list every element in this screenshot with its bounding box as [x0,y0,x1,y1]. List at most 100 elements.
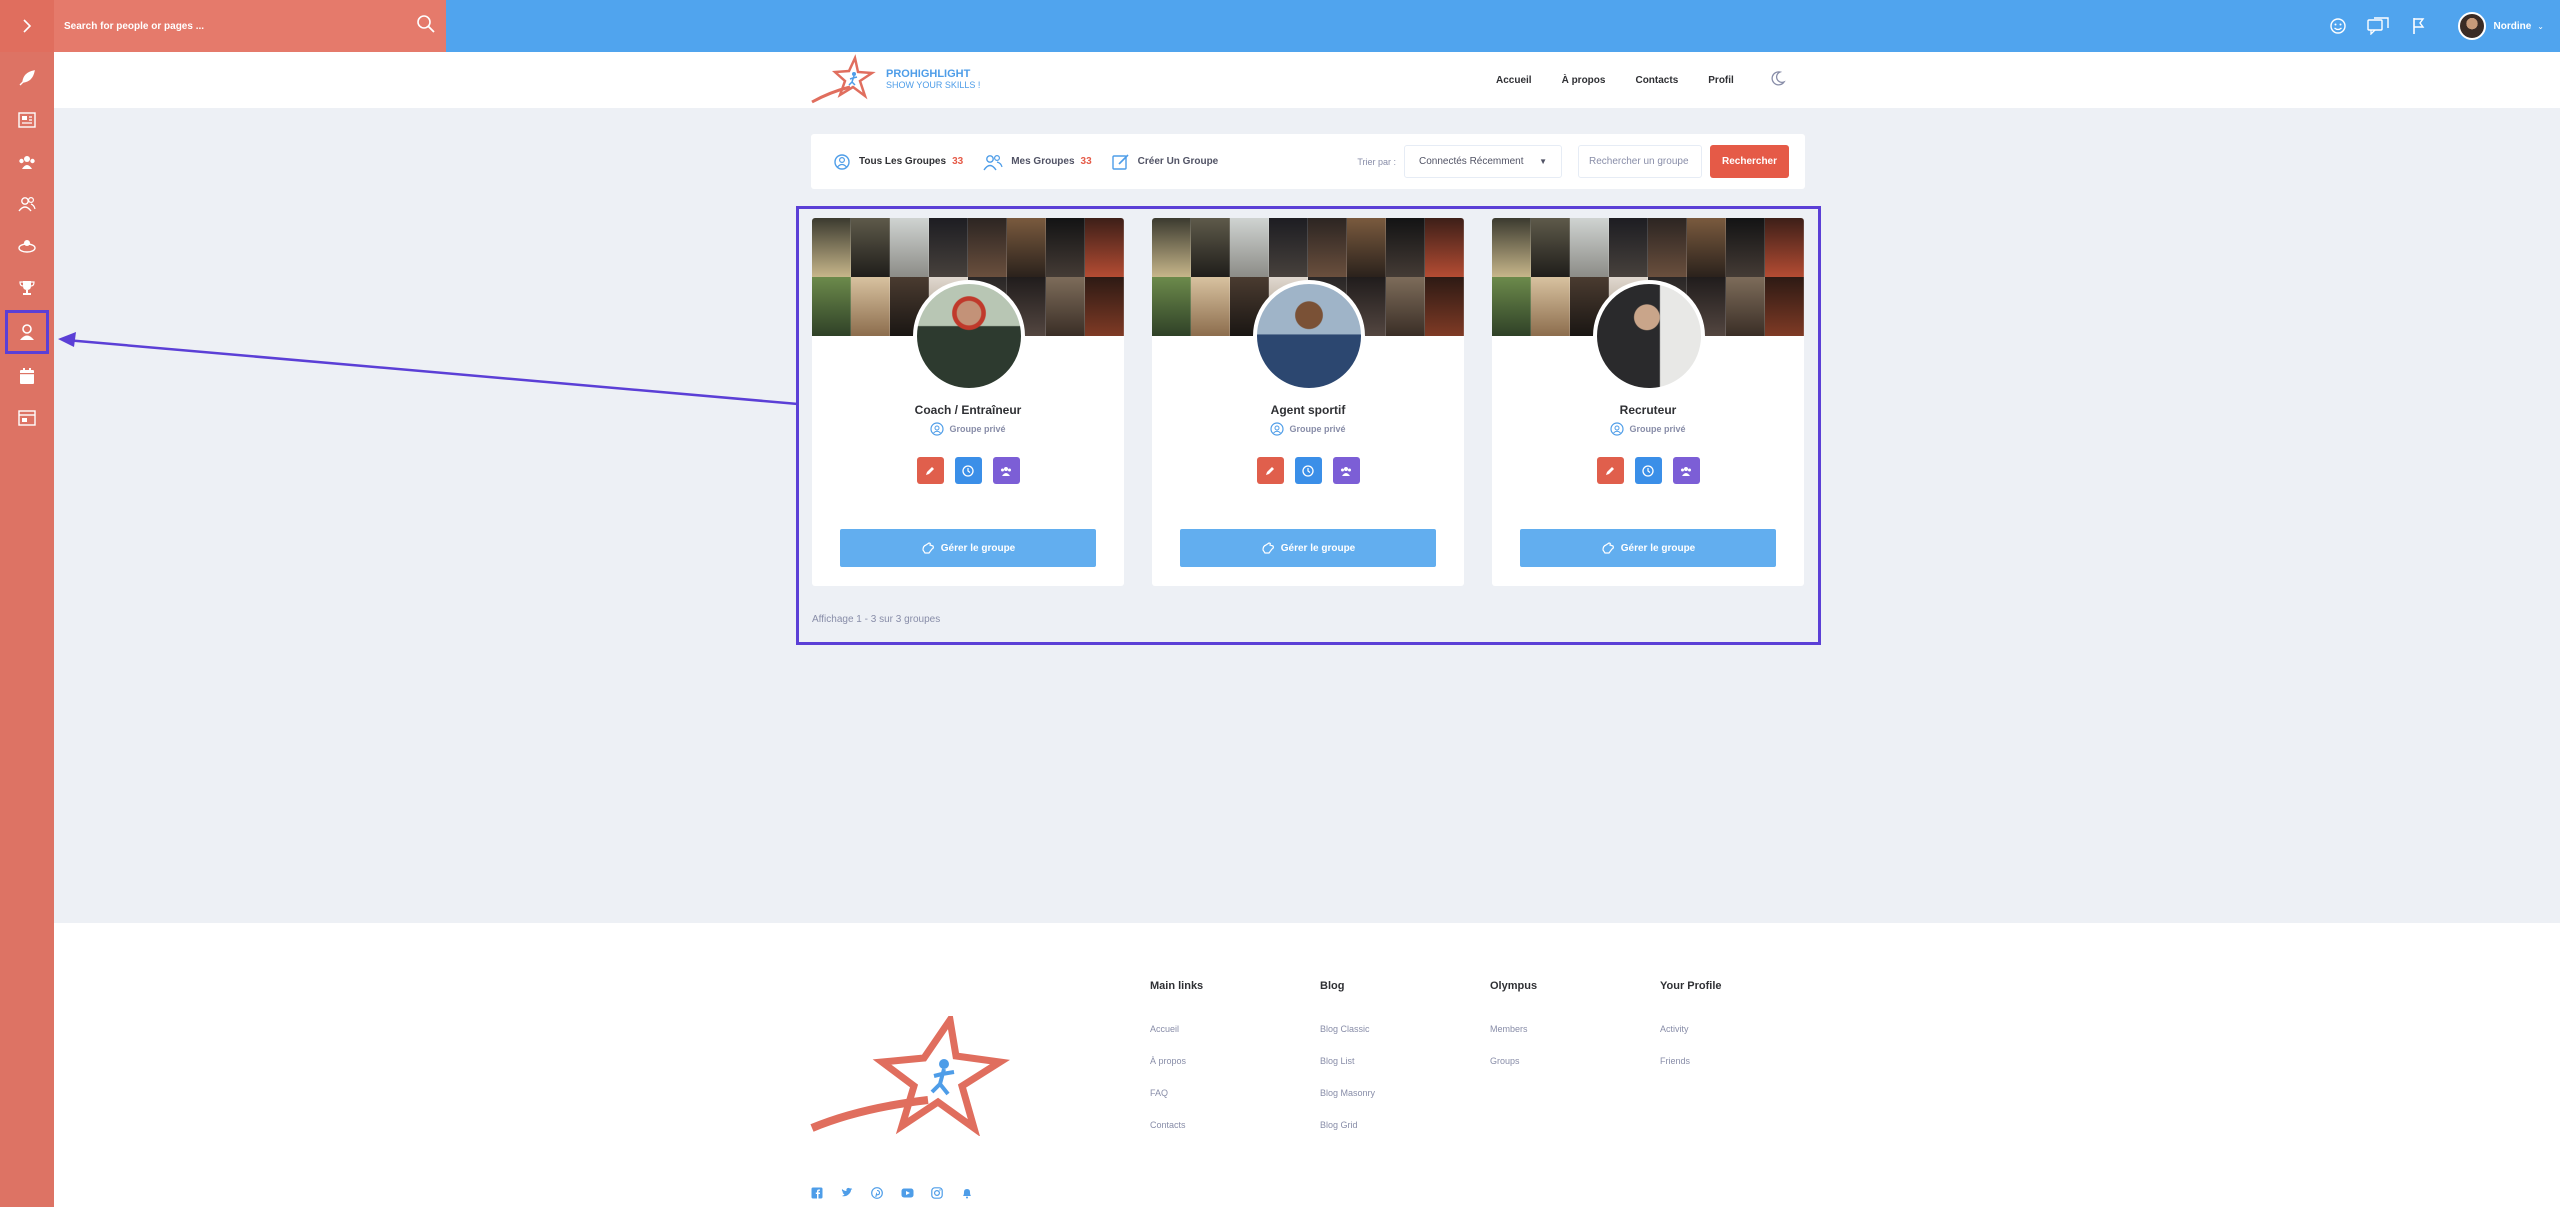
group-title[interactable]: Agent sportif [1152,403,1464,417]
brand-tagline: SHOW YOUR SKILLS ! [886,80,981,90]
footer-link[interactable]: Blog Masonry [1320,1088,1375,1098]
twitter-icon[interactable] [840,1186,854,1200]
instagram-icon[interactable] [930,1186,944,1200]
tab-label: Mes Groupes [1011,156,1075,167]
footer-link[interactable]: Activity [1660,1024,1722,1034]
edit-group-button[interactable] [1596,457,1624,484]
nav-link-accueil[interactable]: Accueil [1496,75,1532,86]
sidebar-item-sports[interactable] [0,226,54,266]
smiley-icon[interactable] [2318,0,2358,52]
footer-link[interactable]: Contacts [1150,1120,1203,1130]
group-activity-button[interactable] [954,457,982,484]
manage-group-label: Gérer le groupe [1280,542,1356,554]
person-badge-icon [20,324,34,340]
clock-icon [962,464,974,477]
footer-column-olympus: Olympus Members Groups [1490,980,1537,1066]
nav-link-a-propos[interactable]: À propos [1562,75,1606,86]
group-activity-button[interactable] [1294,457,1322,484]
pencil-icon [926,466,934,475]
manage-group-label: Gérer le groupe [940,542,1016,554]
footer-column-title: Main links [1150,980,1204,992]
tab-label: Créer Un Groupe [1137,156,1219,167]
group-icon [19,156,35,169]
group-members-button[interactable] [1332,457,1360,484]
footer-link[interactable]: Members [1490,1024,1537,1034]
sport-icon [18,240,36,253]
global-search-input[interactable] [64,20,394,32]
youtube-icon[interactable] [900,1186,914,1200]
edit-group-button[interactable] [916,457,944,484]
group-activity-button[interactable] [1634,457,1662,484]
chat-icon[interactable] [2358,0,2398,52]
sidebar-item-profiles[interactable] [5,310,49,354]
chevron-right-icon [23,19,32,33]
user-name: Nordine [2493,20,2532,32]
tab-my-groups[interactable]: Mes Groupes 33 [983,153,1092,171]
sort-value: Connectés Récemment [1419,156,1524,167]
manage-group-button[interactable]: Gérer le groupe [1180,529,1436,567]
star-logo-icon [810,1010,1010,1137]
footer-link[interactable]: Blog List [1320,1056,1375,1066]
edit-group-button[interactable] [1256,457,1284,484]
user-menu[interactable]: Nordine ⌄ [2457,12,2544,40]
footer-link[interactable]: À propos [1150,1056,1203,1066]
nav-link-contacts[interactable]: Contacts [1635,75,1678,86]
group-card: Recruteur Groupe privé Gérer le groupe [1492,218,1804,586]
group-title[interactable]: Coach / Entraîneur [812,403,1124,417]
footer-link[interactable]: FAQ [1150,1088,1203,1098]
group-search-input[interactable] [1578,145,1702,178]
tab-create-group[interactable]: Créer Un Groupe [1111,153,1219,171]
group-icon [1681,466,1691,476]
footer-link[interactable]: Groups [1490,1056,1537,1066]
flag-icon[interactable] [2398,0,2438,52]
site-footer [54,923,2560,1207]
moon-icon[interactable] [1770,70,1786,91]
footer-logo[interactable] [810,1010,1010,1141]
sidebar-toggle-button[interactable] [0,0,54,52]
sidebar-item-groups[interactable] [0,142,54,182]
sidebar-item-pages[interactable] [0,398,54,438]
manage-group-button[interactable]: Gérer le groupe [840,529,1096,567]
group-members-button[interactable] [1672,457,1700,484]
bell-icon[interactable] [960,1186,974,1200]
main-nav: Accueil À propos Contacts Profil [1496,52,1786,108]
left-sidebar [0,52,54,1207]
tab-all-groups[interactable]: Tous Les Groupes 33 [833,153,963,171]
star-logo-icon [811,54,876,104]
group-privacy-label: Groupe privé [1289,424,1346,434]
sidebar-item-newsfeed[interactable] [0,58,54,98]
footer-link[interactable]: Blog Classic [1320,1024,1375,1034]
sidebar-item-news[interactable] [0,100,54,140]
sidebar-item-friends[interactable] [0,184,54,224]
group-avatar [913,280,1025,392]
brand-name: PROHIGHLIGHT [886,68,971,80]
footer-link[interactable]: Friends [1660,1056,1722,1066]
manage-hand-icon [1262,542,1274,554]
sort-select[interactable]: Connectés Récemment ▼ [1404,145,1562,178]
manage-group-button[interactable]: Gérer le groupe [1520,529,1776,567]
footer-column-title: Olympus [1490,980,1538,992]
footer-column-title: Blog [1320,980,1345,992]
search-button[interactable]: Rechercher [1710,145,1789,178]
footer-column-title: Your Profile [1660,980,1722,992]
nav-link-profil[interactable]: Profil [1708,75,1734,86]
tab-count: 33 [952,156,964,167]
group-icon [1001,466,1011,476]
pinterest-icon[interactable] [870,1186,884,1200]
tab-label: Tous Les Groupes [859,156,947,167]
group-members-button[interactable] [992,457,1020,484]
search-icon[interactable] [416,14,436,39]
footer-column-blog: Blog Blog Classic Blog List Blog Masonry… [1320,980,1375,1130]
group-avatar [1593,280,1705,392]
sidebar-item-calendar[interactable] [0,356,54,396]
facebook-icon[interactable] [810,1186,824,1200]
footer-link[interactable]: Blog Grid [1320,1120,1375,1130]
group-title[interactable]: Recruteur [1492,403,1804,417]
brand-logo[interactable]: PROHIGHLIGHT SHOW YOUR SKILLS ! [810,54,980,104]
footer-link[interactable]: Accueil [1150,1024,1203,1034]
users-icon [18,196,36,212]
manage-group-label: Gérer le groupe [1620,542,1696,554]
group-card: Agent sportif Groupe privé Gérer le grou… [1152,218,1464,586]
group-privacy-label: Groupe privé [949,424,1006,434]
sidebar-item-trophies[interactable] [0,268,54,308]
